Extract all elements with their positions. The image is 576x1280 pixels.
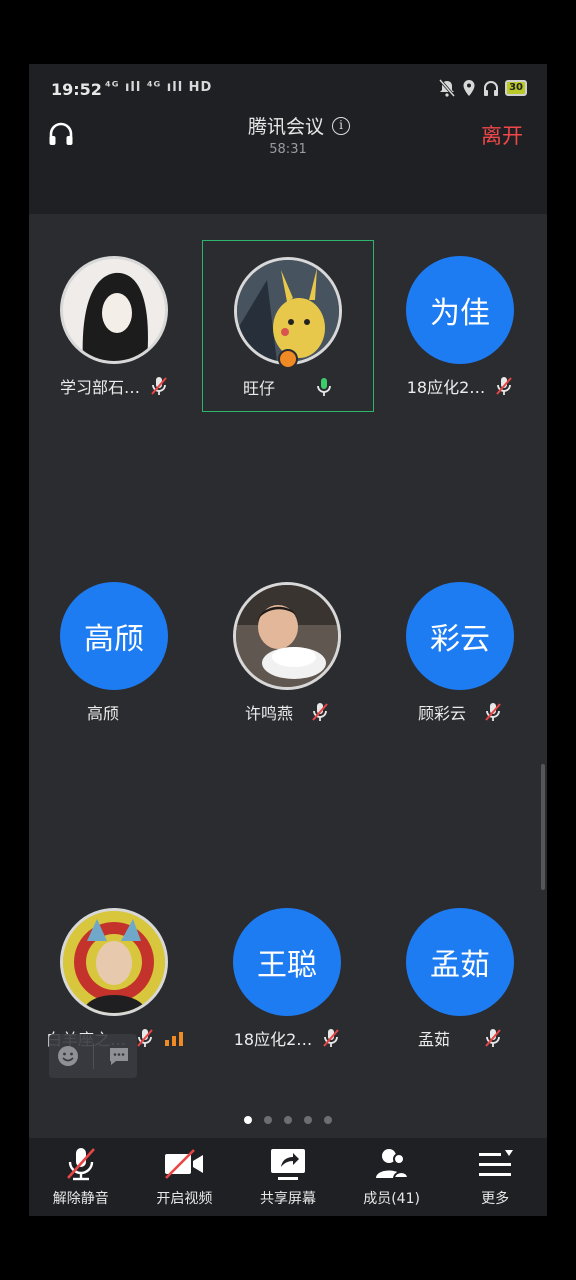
participant-tile[interactable]: 王聪 18应化2… — [202, 892, 374, 1064]
video-off-icon — [165, 1149, 204, 1179]
status-bar: 19:52 ⁴ᴳ ıll ⁴ᴳ ıll HD 30 — [29, 64, 547, 114]
unmute-label: 解除静音 — [52, 1191, 109, 1207]
share-screen-icon — [270, 1149, 305, 1180]
mic-muted-icon — [151, 377, 167, 395]
scrollbar[interactable] — [541, 764, 545, 890]
participant-name: 孟茹 — [417, 1030, 450, 1049]
page-dot[interactable] — [264, 1116, 272, 1124]
members-label: 成员(41) — [363, 1191, 420, 1207]
mic-muted-icon — [323, 1029, 340, 1047]
members-button[interactable]: 成员(41) — [340, 1138, 444, 1216]
share-screen-button[interactable]: 共享屏幕 — [236, 1138, 340, 1216]
divider — [92, 1043, 94, 1069]
participant-name: 高颀 — [86, 704, 119, 723]
battery-indicator: 30 — [505, 80, 527, 96]
start-video-label: 开启视频 — [156, 1191, 213, 1207]
meeting-title-group[interactable]: 腾讯会议 i — [248, 112, 351, 139]
start-video-button[interactable]: 开启视频 — [133, 1138, 237, 1216]
participant-photo — [63, 259, 165, 361]
participant-name-row: 许鸣燕 — [202, 700, 374, 724]
network-quality-icon — [165, 1032, 183, 1046]
emoji-icon[interactable] — [56, 1044, 80, 1068]
location-icon — [463, 80, 475, 96]
leave-button[interactable]: 离开 — [481, 120, 523, 150]
page-dot[interactable] — [284, 1116, 292, 1124]
participant-name: 许鸣燕 — [244, 704, 293, 723]
page-indicator[interactable] — [29, 1116, 547, 1124]
share-screen-label: 共享屏幕 — [259, 1191, 316, 1207]
meeting-duration: 58:31 — [269, 142, 307, 157]
participant-name: 18应化2… — [233, 1030, 313, 1049]
participant-tile[interactable]: 为佳 18应化2… — [375, 240, 547, 412]
participant-tile-speaking[interactable]: 旺仔 — [202, 240, 374, 412]
avatar — [60, 908, 168, 1016]
page-dot[interactable] — [304, 1116, 312, 1124]
participant-name-row: 高颀 — [29, 700, 201, 724]
participant-name-row: 旺仔 — [203, 375, 375, 399]
floating-tools — [49, 1034, 137, 1078]
bottom-toolbar: 解除静音 开启视频 共享屏幕 成员(41) 更多 — [29, 1138, 547, 1216]
unmute-button[interactable]: 解除静音 — [29, 1138, 133, 1216]
more-button[interactable]: 更多 — [443, 1138, 547, 1216]
mic-muted-icon — [485, 1029, 501, 1047]
signal-indicator: ⁴ᴳ ıll ⁴ᴳ ıll HD — [105, 80, 213, 95]
participant-tile[interactable]: 高颀 高颀 — [29, 566, 201, 738]
mic-muted-icon — [496, 377, 513, 395]
participant-name: 旺仔 — [242, 379, 275, 398]
participant-name: 顾彩云 — [417, 704, 466, 723]
more-menu-icon — [479, 1150, 514, 1176]
meeting-header: 腾讯会议 i 58:31 离开 — [29, 114, 547, 214]
participant-photo — [236, 585, 338, 687]
mic-off-icon — [66, 1148, 95, 1181]
chat-icon[interactable] — [107, 1044, 131, 1068]
mic-muted-icon — [312, 703, 328, 721]
participant-name-row: 18应化2… — [202, 1026, 374, 1050]
participant-name-row: 孟茹 — [375, 1026, 547, 1050]
avatar: 孟茹 — [406, 908, 514, 1016]
meeting-screen: 19:52 ⁴ᴳ ıll ⁴ᴳ ıll HD 30 腾讯会议 i 58:31 离… — [29, 64, 547, 1216]
avatar: 王聪 — [233, 908, 341, 1016]
mic-speaking-icon — [317, 378, 331, 396]
status-time: 19:52 — [51, 80, 102, 99]
avatar: 为佳 — [406, 256, 514, 364]
participant-tile[interactable]: 许鸣燕 — [202, 566, 374, 738]
avatar — [233, 582, 341, 690]
bell-off-icon — [439, 79, 456, 97]
info-icon[interactable]: i — [332, 116, 351, 135]
avatar: 高颀 — [60, 582, 168, 690]
more-label: 更多 — [481, 1191, 510, 1207]
avatar — [60, 256, 168, 364]
meeting-title: 腾讯会议 — [248, 116, 325, 138]
status-icons: 30 — [439, 79, 527, 97]
participant-name-row: 18应化2… — [375, 374, 547, 398]
headphones-status-icon — [484, 81, 499, 96]
host-badge-icon — [278, 349, 298, 369]
avatar: 彩云 — [406, 582, 514, 690]
participant-tile[interactable]: 孟茹 孟茹 — [375, 892, 547, 1064]
page-dot[interactable] — [324, 1116, 332, 1124]
mic-muted-icon — [485, 703, 501, 721]
participant-tile[interactable]: 彩云 顾彩云 — [375, 566, 547, 738]
members-icon — [375, 1149, 409, 1179]
participant-photo — [237, 260, 339, 362]
participant-name-row: 学习部石… — [29, 374, 201, 398]
mic-muted-icon — [137, 1029, 153, 1047]
page-dot-active[interactable] — [244, 1116, 252, 1124]
participant-name: 学习部石… — [59, 378, 140, 397]
participant-tile[interactable]: 学习部石… — [29, 240, 201, 412]
participant-photo — [63, 911, 165, 1013]
participant-name-row: 顾彩云 — [375, 700, 547, 724]
participant-name: 18应化2… — [406, 378, 486, 397]
